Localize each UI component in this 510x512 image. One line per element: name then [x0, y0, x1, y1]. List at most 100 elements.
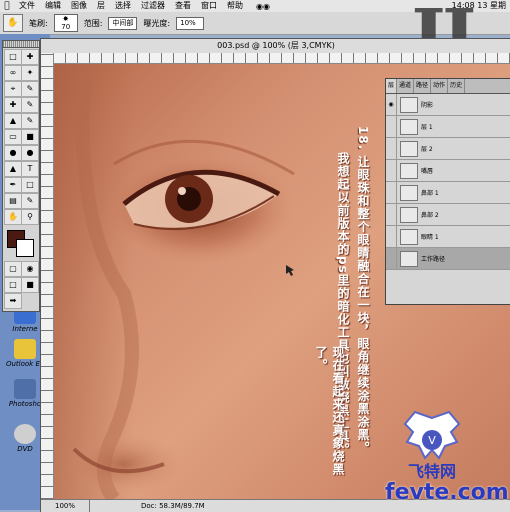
watermark-domain: fevte.com: [385, 480, 509, 505]
layers-palette: 层 通道 路径 动作 历史 ◉ 阴影 层 1 层 2 嘴唇 鼻部 1 鼻部 2 …: [385, 78, 510, 305]
tab-channels[interactable]: 通道: [397, 79, 415, 93]
layer-row[interactable]: 鼻部 2: [386, 204, 510, 226]
exposure-field[interactable]: 10%: [176, 16, 205, 30]
visibility-eye-icon[interactable]: [386, 248, 397, 269]
svg-text:V: V: [428, 434, 436, 447]
zoom-tool-icon[interactable]: ⚲: [21, 209, 39, 225]
layer-row[interactable]: 眼睛 1: [386, 226, 510, 248]
layer-row[interactable]: 鼻部 1: [386, 182, 510, 204]
screen-mode-full-icon[interactable]: ■: [21, 277, 39, 293]
tab-actions[interactable]: 动作: [431, 79, 449, 93]
watermark-brand: 飞特网: [408, 462, 457, 481]
menu-file[interactable]: 文件: [14, 0, 40, 12]
blur-tool-icon[interactable]: ●: [4, 145, 22, 161]
visibility-eye-icon[interactable]: ◉: [386, 94, 397, 115]
menu-image[interactable]: 图像: [66, 0, 92, 12]
color-swatches: [4, 228, 38, 258]
range-select[interactable]: 中间部: [108, 16, 138, 30]
desktop-icon-label: DVD: [17, 445, 33, 453]
ruler-vertical[interactable]: [41, 53, 54, 499]
shape-tool-icon[interactable]: □: [21, 177, 39, 193]
layer-row-selected[interactable]: 工作路径: [386, 248, 510, 270]
eyedropper-tool-icon[interactable]: ✎: [21, 193, 39, 209]
photoshop-eye-icon: [14, 379, 36, 399]
pen-tool-icon[interactable]: ✒: [4, 177, 22, 193]
doc-size-info[interactable]: Doc: 58.3M/89.7M: [141, 500, 205, 512]
apple-menu-icon[interactable]: : [0, 1, 14, 11]
range-label: 范围:: [83, 18, 103, 28]
tab-layers[interactable]: 层: [386, 79, 398, 93]
quick-mask-mode-icon[interactable]: ◉: [21, 261, 39, 277]
layer-row[interactable]: 嘴唇: [386, 160, 510, 182]
history-brush-tool-icon[interactable]: ✎: [21, 113, 39, 129]
path-select-tool-icon[interactable]: ▲: [4, 161, 22, 177]
zoom-level-field[interactable]: 100%: [55, 500, 90, 512]
jump-to-imageready-icon[interactable]: ➡: [4, 293, 22, 309]
eyes-icon: ◉◉: [256, 1, 270, 11]
hand-tool-icon[interactable]: ✋: [4, 209, 22, 225]
brush-size: 70: [61, 23, 71, 31]
background-color-swatch[interactable]: [16, 239, 34, 257]
menu-edit[interactable]: 编辑: [40, 0, 66, 12]
layer-thumbnail: [400, 206, 418, 223]
document-title: 003.psd @ 100% (层 3,CMYK): [217, 41, 335, 50]
toolbox-palette: □ ✚ ∞ ✦ ⌖ ✎ ✚ ✎ ▲ ✎ ▭ ■ ● ● ▲ T ✒ □ ▤ ✎ …: [2, 40, 40, 312]
layer-name: 工作路径: [421, 256, 446, 263]
palette-tabs: 层 通道 路径 动作 历史: [386, 79, 510, 94]
notes-tool-icon[interactable]: ▤: [4, 193, 22, 209]
standard-mode-icon[interactable]: ▢: [4, 261, 22, 277]
marquee-tool-icon[interactable]: □: [4, 49, 22, 65]
gradient-tool-icon[interactable]: ■: [21, 129, 39, 145]
visibility-eye-icon[interactable]: [386, 160, 397, 181]
screen-mode-standard-icon[interactable]: □: [4, 277, 22, 293]
visibility-eye-icon[interactable]: [386, 116, 397, 137]
layer-thumbnail: [400, 140, 418, 157]
layer-name: 阴影: [421, 102, 434, 109]
layer-name: 层 1: [421, 124, 433, 131]
visibility-eye-icon[interactable]: [386, 182, 397, 203]
desktop-icon-label: Outlook Ex: [5, 360, 45, 368]
menu-filter[interactable]: 过滤器: [136, 0, 170, 12]
toolbox-titlebar[interactable]: [3, 41, 39, 48]
move-tool-icon[interactable]: ✚: [21, 49, 39, 65]
healing-brush-tool-icon[interactable]: ✚: [4, 97, 22, 113]
layer-name: 鼻部 1: [421, 190, 439, 197]
ruler-horizontal[interactable]: [53, 53, 510, 64]
layer-thumbnail: [400, 228, 418, 245]
visibility-eye-icon[interactable]: [386, 226, 397, 247]
brush-tool-icon[interactable]: ✎: [21, 97, 39, 113]
brush-picker[interactable]: ✸ 70: [53, 14, 78, 32]
burn-tool-icon[interactable]: ●: [21, 145, 39, 161]
layer-row[interactable]: 层 2: [386, 138, 510, 160]
crop-tool-icon[interactable]: ⌖: [4, 81, 22, 97]
layer-thumbnail: [400, 184, 418, 201]
menu-window[interactable]: 窗口: [196, 0, 222, 12]
layer-name: 鼻部 2: [421, 212, 439, 219]
mail-icon: [14, 339, 36, 359]
menu-help[interactable]: 帮助: [222, 0, 248, 12]
document-title-bar[interactable]: 003.psd @ 100% (层 3,CMYK): [41, 39, 510, 54]
visibility-eye-icon[interactable]: [386, 204, 397, 225]
layer-row[interactable]: 层 1: [386, 116, 510, 138]
cursor-icon: [286, 265, 294, 276]
exposure-label: 曝光度:: [143, 18, 171, 28]
layer-row[interactable]: ◉ 阴影: [386, 94, 510, 116]
caption-line-3: 现在看起来还真象烧黑了。: [314, 346, 345, 476]
layer-thumbnail: [400, 250, 418, 267]
lasso-tool-icon[interactable]: ∞: [4, 65, 22, 81]
slice-tool-icon[interactable]: ✎: [21, 81, 39, 97]
menu-select[interactable]: 选择: [110, 0, 136, 12]
magic-wand-tool-icon[interactable]: ✦: [21, 65, 39, 81]
menu-layer[interactable]: 层: [92, 0, 110, 12]
tab-history[interactable]: 历史: [448, 79, 466, 93]
brush-label: 笔刷:: [29, 18, 48, 28]
type-tool-icon[interactable]: T: [21, 161, 39, 177]
clone-stamp-tool-icon[interactable]: ▲: [4, 113, 22, 129]
tab-paths[interactable]: 路径: [414, 79, 432, 93]
caption-line-1: 18. 让眼珠和整个眼睛融合在一块，眼角继续涂黑涂黑。: [356, 126, 370, 455]
eraser-tool-icon[interactable]: ▭: [4, 129, 22, 145]
dvd-disc-icon: [14, 424, 36, 444]
menu-view[interactable]: 查看: [170, 0, 196, 12]
visibility-eye-icon[interactable]: [386, 138, 397, 159]
burn-tool-icon[interactable]: ✋: [3, 14, 23, 32]
